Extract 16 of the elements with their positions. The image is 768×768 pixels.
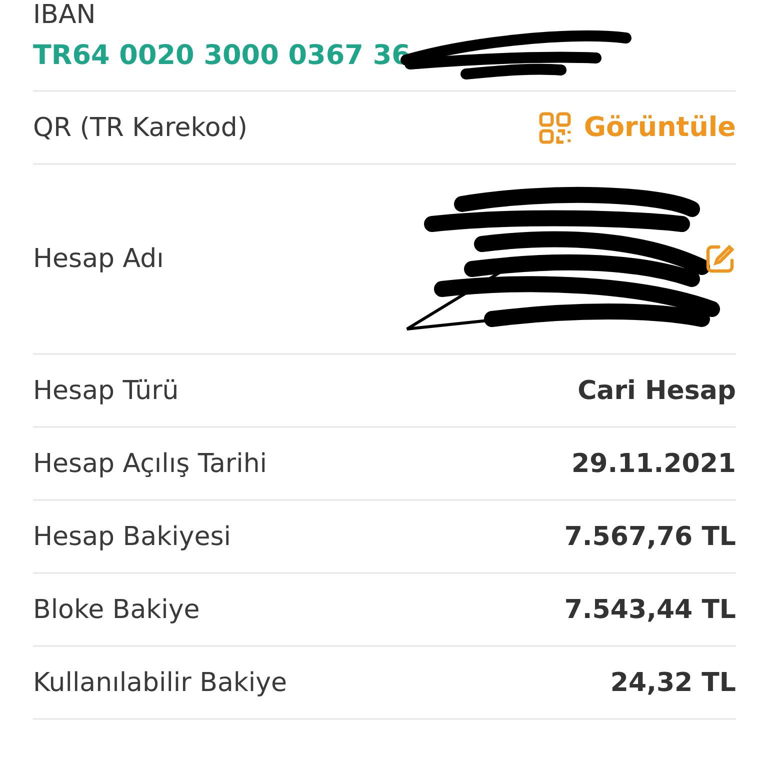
field-value: 7.567,76 TL [564, 522, 736, 552]
field-label: Kullanılabilir Bakiye [33, 668, 288, 698]
field-label: QR (TR Karekod) [33, 112, 248, 142]
field-value: Cari Hesap [578, 376, 736, 406]
edit-icon[interactable] [704, 243, 736, 275]
field-label: Hesap Türü [33, 376, 179, 406]
field-label: Hesap Açılış Tarihi [33, 448, 268, 478]
field-label: Bloke Bakiye [33, 594, 200, 624]
field-label: Hesap Adı [33, 244, 164, 274]
qr-code-icon [538, 110, 572, 144]
field-label: Hesap Bakiyesi [33, 522, 231, 552]
field-value: 29.11.2021 [572, 448, 736, 478]
field-value: 24,32 TL [610, 668, 736, 698]
field-value: 7.543,44 TL [564, 594, 736, 624]
field-label: IBAN [33, 0, 96, 30]
view-qr-link[interactable]: Görüntüle [538, 110, 736, 144]
